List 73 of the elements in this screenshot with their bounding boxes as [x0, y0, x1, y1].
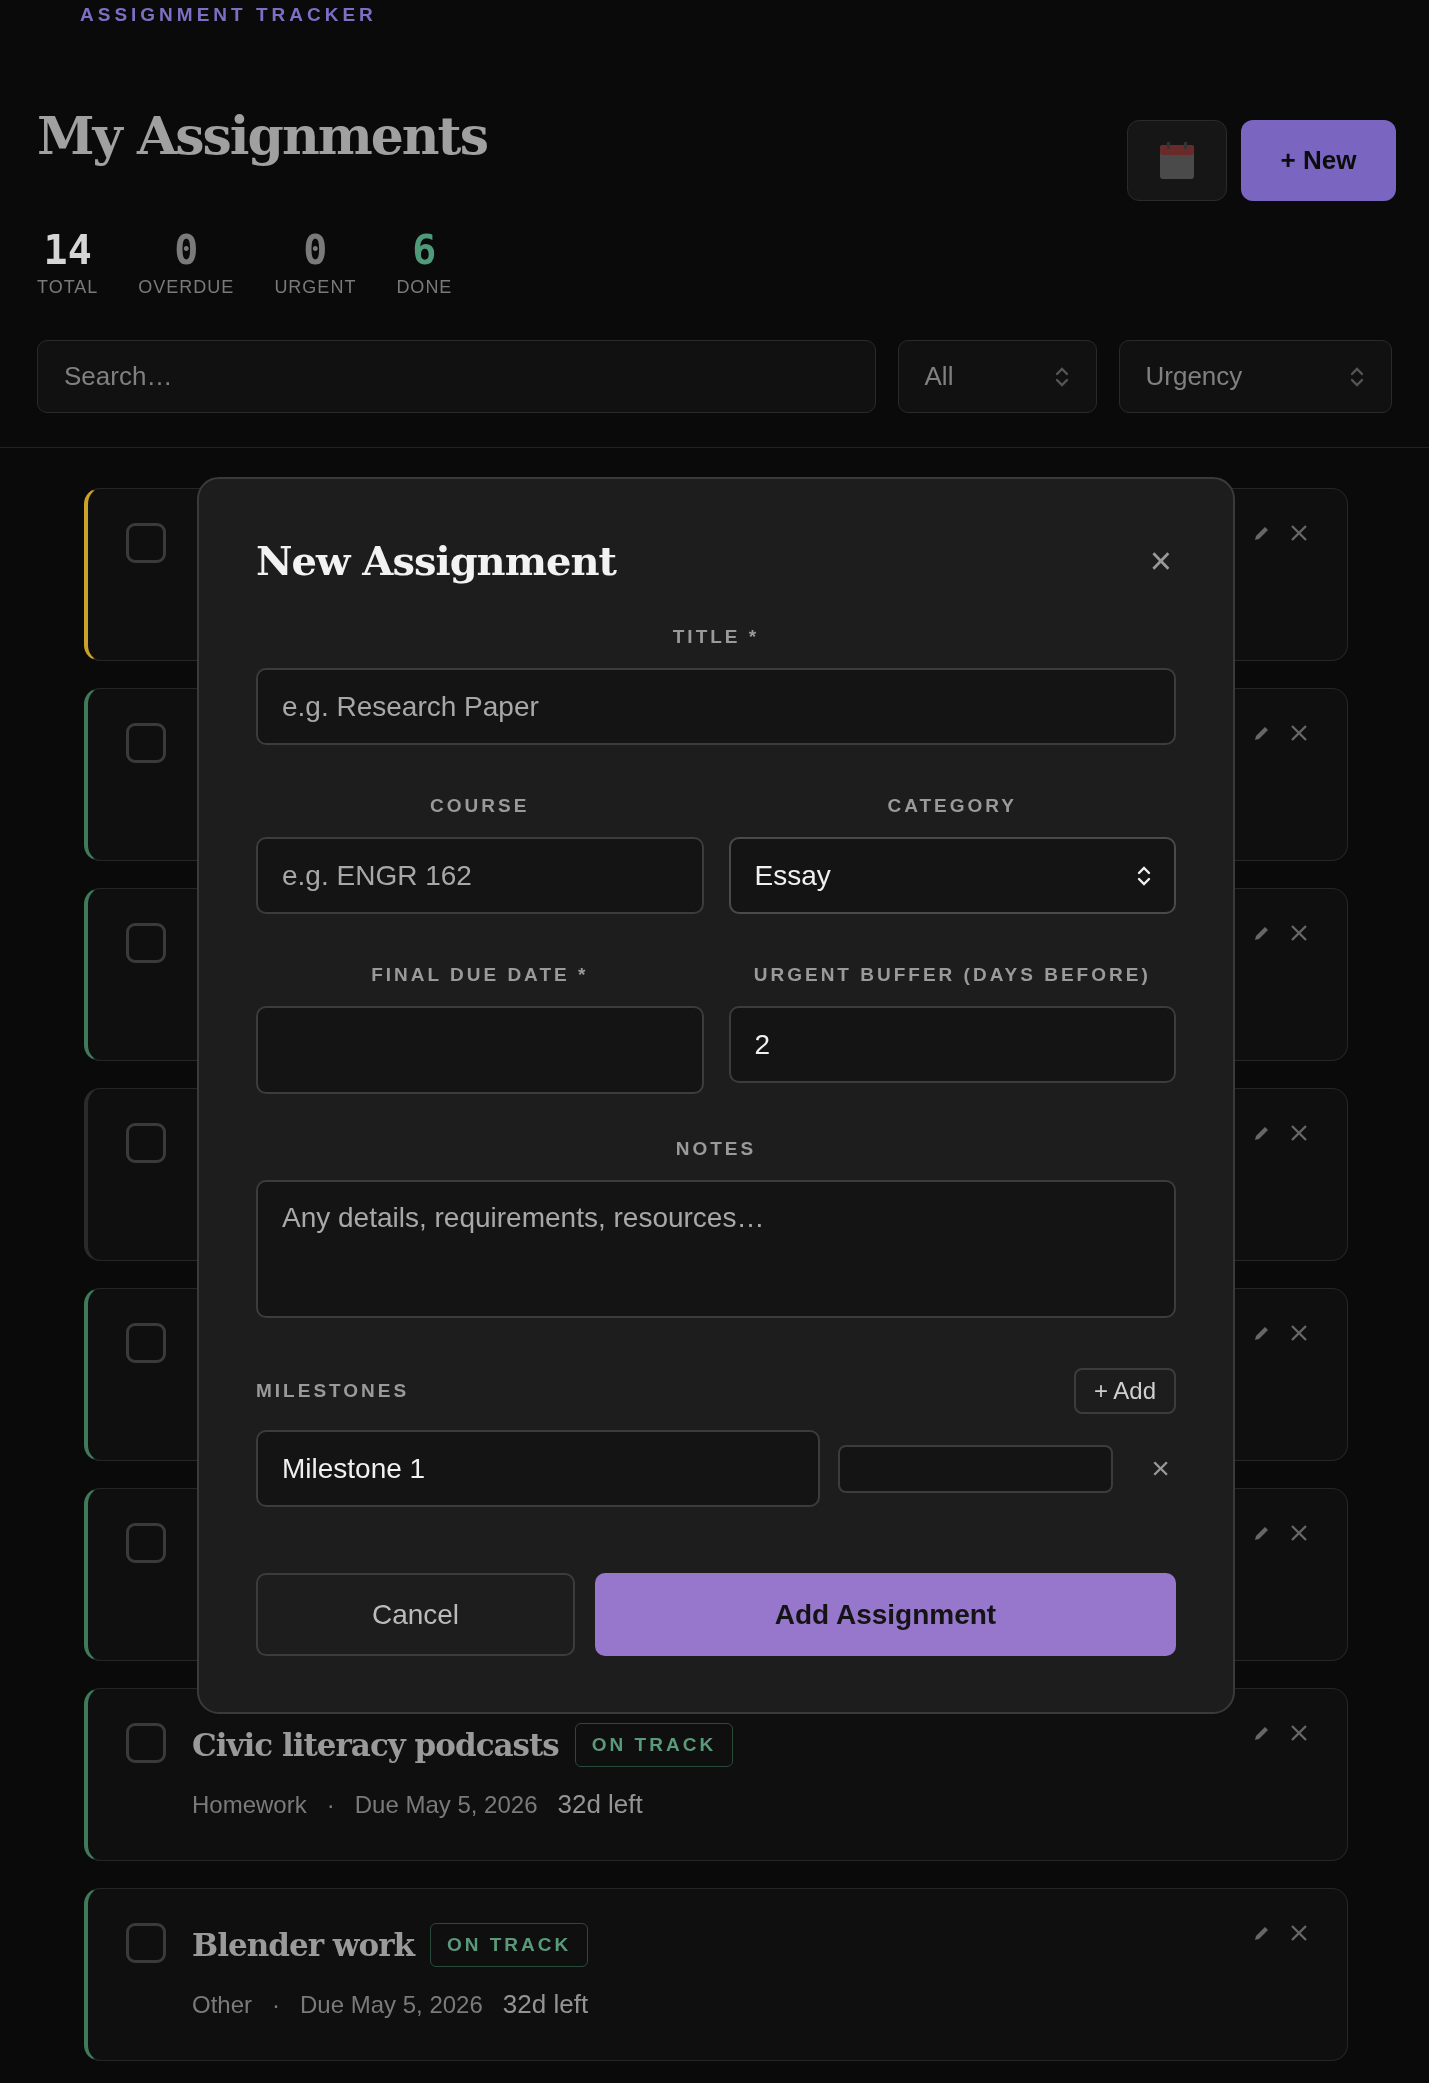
checkbox[interactable] — [126, 1123, 166, 1163]
checkbox[interactable] — [126, 1923, 166, 1963]
status-badge: ON TRACK — [574, 1723, 734, 1767]
assignment-title: Civic literacy podcasts — [192, 1727, 559, 1763]
delete-icon[interactable] — [1289, 1923, 1309, 1943]
separator-dot: · — [272, 1990, 281, 2019]
category-text: Other — [192, 1990, 253, 2019]
delete-icon[interactable] — [1289, 1123, 1309, 1143]
checkbox[interactable] — [126, 523, 166, 563]
new-button[interactable]: + New — [1241, 120, 1396, 201]
stat-value: 0 — [303, 227, 328, 273]
separator-dot: · — [326, 1790, 335, 1819]
category-select[interactable]: Essay — [728, 837, 1176, 914]
days-left: 32d left — [557, 1789, 643, 1820]
milestone-input[interactable]: Milestone 1 — [256, 1430, 820, 1507]
checkbox[interactable] — [126, 723, 166, 763]
status-badge: ON TRACK — [429, 1923, 589, 1967]
field-label: TITLE * — [671, 626, 761, 648]
checkbox[interactable] — [126, 923, 166, 963]
delete-icon[interactable] — [1289, 923, 1309, 943]
stat-label: DONE — [396, 277, 453, 298]
category-text: Homework — [192, 1790, 307, 1819]
cancel-button[interactable]: Cancel — [256, 1573, 575, 1656]
pencil-icon[interactable] — [1253, 724, 1271, 742]
calendar-icon — [1159, 141, 1195, 180]
stat-value: 6 — [412, 227, 437, 273]
due-date: Due May 5, 2026 — [300, 1990, 483, 2019]
milestone-date-input[interactable] — [838, 1444, 1114, 1493]
checkbox[interactable] — [126, 1323, 166, 1363]
close-button[interactable]: × — [1145, 541, 1176, 580]
calendar-button[interactable] — [1127, 120, 1227, 201]
notes-textarea[interactable]: Any details, requirements, resources… — [256, 1180, 1176, 1318]
page-title: My Assignments — [37, 105, 487, 166]
stat-value: 14 — [43, 227, 92, 273]
stat-label: TOTAL — [37, 277, 99, 298]
field-label: NOTES — [674, 1138, 758, 1160]
pencil-icon[interactable] — [1253, 924, 1271, 942]
pencil-icon[interactable] — [1253, 1924, 1271, 1942]
app-eyebrow: ASSIGNMENT TRACKER — [79, 4, 378, 26]
due-date: Due May 5, 2026 — [354, 1790, 538, 1819]
pencil-icon[interactable] — [1253, 1324, 1271, 1342]
stat-label: URGENT — [274, 277, 357, 298]
delete-icon[interactable] — [1289, 1523, 1309, 1543]
buffer-input[interactable]: 2 — [728, 1006, 1176, 1083]
milestones-label: MILESTONES — [256, 1380, 410, 1402]
course-input[interactable]: e.g. ENGR 162 — [256, 837, 704, 914]
title-input[interactable]: e.g. Research Paper — [256, 668, 1176, 745]
due-date-input[interactable] — [256, 1006, 704, 1094]
delete-icon[interactable] — [1289, 1723, 1309, 1743]
days-left: 32d left — [502, 1989, 589, 2020]
stat-value: 0 — [174, 227, 199, 273]
pencil-icon[interactable] — [1253, 1124, 1271, 1142]
pencil-icon[interactable] — [1253, 1724, 1271, 1742]
remove-milestone-button[interactable]: × — [1145, 1449, 1176, 1488]
add-assignment-button[interactable]: Add Assignment — [595, 1573, 1176, 1656]
field-label: FINAL DUE DATE * — [370, 964, 590, 986]
pencil-icon[interactable] — [1253, 1524, 1271, 1542]
checkbox[interactable] — [126, 1523, 166, 1563]
field-label: COURSE — [429, 795, 531, 817]
add-milestone-button[interactable]: + Add — [1073, 1368, 1176, 1414]
field-label: URGENT BUFFER (DAYS BEFORE) — [752, 964, 1152, 986]
delete-icon[interactable] — [1289, 723, 1309, 743]
stat-label: OVERDUE — [138, 277, 235, 298]
field-label: CATEGORY — [886, 795, 1019, 817]
dialog-title: New Assignment — [256, 537, 617, 584]
pencil-icon[interactable] — [1253, 524, 1271, 542]
sort-select[interactable]: Urgency — [1118, 340, 1392, 413]
delete-icon[interactable] — [1289, 1323, 1309, 1343]
checkbox[interactable] — [126, 1723, 166, 1763]
assignment-title: Blender work — [192, 1927, 414, 1963]
status-select[interactable]: All — [897, 340, 1097, 413]
delete-icon[interactable] — [1289, 523, 1309, 543]
search-field[interactable]: Search… — [37, 340, 876, 413]
